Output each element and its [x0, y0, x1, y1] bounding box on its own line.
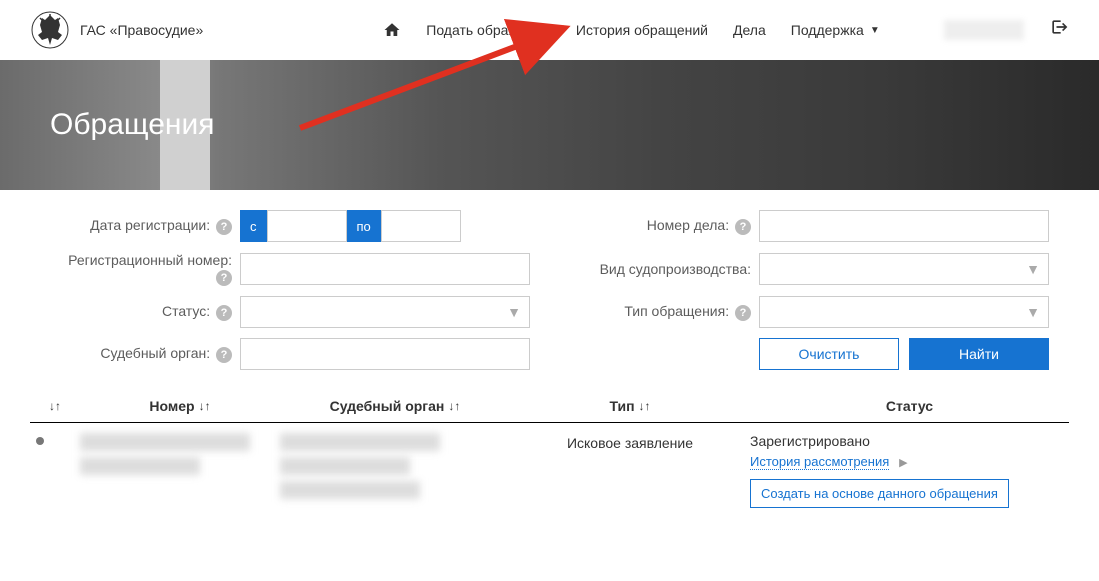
redacted	[280, 457, 410, 475]
redacted	[280, 433, 440, 451]
brand-text: ГАС «Правосудие»	[80, 22, 203, 38]
case-number-input[interactable]	[759, 210, 1049, 242]
cell-status: Зарегистрировано История рассмотрения ▶ …	[750, 433, 1069, 508]
help-icon[interactable]: ?	[216, 219, 232, 235]
reg-date-label: Дата регистрации: ?	[50, 217, 240, 235]
main-nav: Подать обращение История обращений Дела …	[383, 21, 879, 39]
row-indicator	[30, 433, 80, 508]
filter-panel: Дата регистрации: ? с по Номер дела: ? Р…	[0, 190, 1099, 390]
logo-area: ГАС «Правосудие»	[30, 10, 203, 50]
status-dot-icon	[36, 437, 44, 445]
redacted	[280, 481, 420, 499]
nav-submit-appeal[interactable]: Подать обращение	[426, 22, 551, 38]
th-number[interactable]: Номер ↓↑	[80, 398, 280, 414]
history-link-row: История рассмотрения ▶	[750, 453, 1069, 469]
logout-button[interactable]	[1049, 17, 1069, 43]
help-icon[interactable]: ?	[216, 347, 232, 363]
header: ГАС «Правосудие» Подать обращение Истори…	[0, 0, 1099, 60]
nav-cases[interactable]: Дела	[733, 22, 766, 38]
arrow-right-icon: ▶	[899, 457, 907, 469]
cell-type: Исковое заявление	[510, 433, 750, 508]
page-title: Обращения	[50, 108, 215, 142]
status-label: Статус: ?	[50, 303, 240, 321]
hero-banner: Обращения	[0, 60, 1099, 190]
th-court[interactable]: Судебный орган ↓↑	[280, 398, 510, 414]
nav-support-label: Поддержка	[791, 22, 864, 38]
appeal-type-select[interactable]: ▼	[759, 296, 1049, 328]
th-status: Статус	[750, 398, 1069, 414]
help-icon[interactable]: ?	[735, 305, 751, 321]
table-header: ↓↑ Номер ↓↑ Судебный орган ↓↑ Тип ↓↑ Ста…	[30, 390, 1069, 422]
proc-type-select[interactable]: ▼	[759, 253, 1049, 285]
help-icon[interactable]: ?	[735, 219, 751, 235]
home-icon	[383, 21, 401, 39]
help-icon[interactable]: ?	[216, 305, 232, 321]
create-based-button[interactable]: Создать на основе данного обращения	[750, 479, 1009, 508]
help-icon[interactable]: ?	[216, 270, 232, 286]
sort-icon: ↓↑	[49, 399, 61, 413]
th-sort[interactable]: ↓↑	[30, 398, 80, 414]
cell-court	[280, 433, 510, 508]
history-link[interactable]: История рассмотрения	[750, 454, 889, 470]
nav-home[interactable]	[383, 21, 401, 39]
table-row: Исковое заявление Зарегистрировано Истор…	[30, 422, 1069, 518]
user-name-redacted	[944, 20, 1024, 40]
reg-date-range: с по	[240, 210, 461, 242]
appeal-type-label: Тип обращения: ?	[569, 303, 759, 321]
case-number-label: Номер дела: ?	[569, 217, 759, 235]
reg-number-input[interactable]	[240, 253, 530, 285]
clear-button[interactable]: Очистить	[759, 338, 899, 370]
caret-down-icon: ▼	[870, 25, 880, 36]
sort-icon: ↓↑	[639, 399, 651, 413]
date-from-input[interactable]	[267, 210, 347, 242]
sort-icon: ↓↑	[448, 399, 460, 413]
date-to-button[interactable]: по	[347, 210, 381, 242]
th-type[interactable]: Тип ↓↑	[510, 398, 750, 414]
proc-type-label: Вид судопроизводства:	[569, 261, 759, 277]
status-text: Зарегистрировано	[750, 433, 1069, 449]
status-select[interactable]: ▼	[240, 296, 530, 328]
user-area	[944, 17, 1069, 43]
court-label: Судебный орган: ?	[50, 345, 240, 363]
redacted	[80, 457, 200, 475]
nav-appeal-history[interactable]: История обращений	[576, 22, 708, 38]
redacted	[80, 433, 250, 451]
sort-icon: ↓↑	[199, 399, 211, 413]
cell-number	[80, 433, 280, 508]
emblem-icon	[30, 10, 70, 50]
search-button[interactable]: Найти	[909, 338, 1049, 370]
results-table: ↓↑ Номер ↓↑ Судебный орган ↓↑ Тип ↓↑ Ста…	[0, 390, 1099, 518]
reg-number-label: Регистрационный номер: ?	[50, 252, 240, 286]
nav-support[interactable]: Поддержка ▼	[791, 22, 880, 38]
date-from-button[interactable]: с	[240, 210, 267, 242]
logout-icon	[1049, 17, 1069, 37]
date-to-input[interactable]	[381, 210, 461, 242]
court-input[interactable]	[240, 338, 530, 370]
